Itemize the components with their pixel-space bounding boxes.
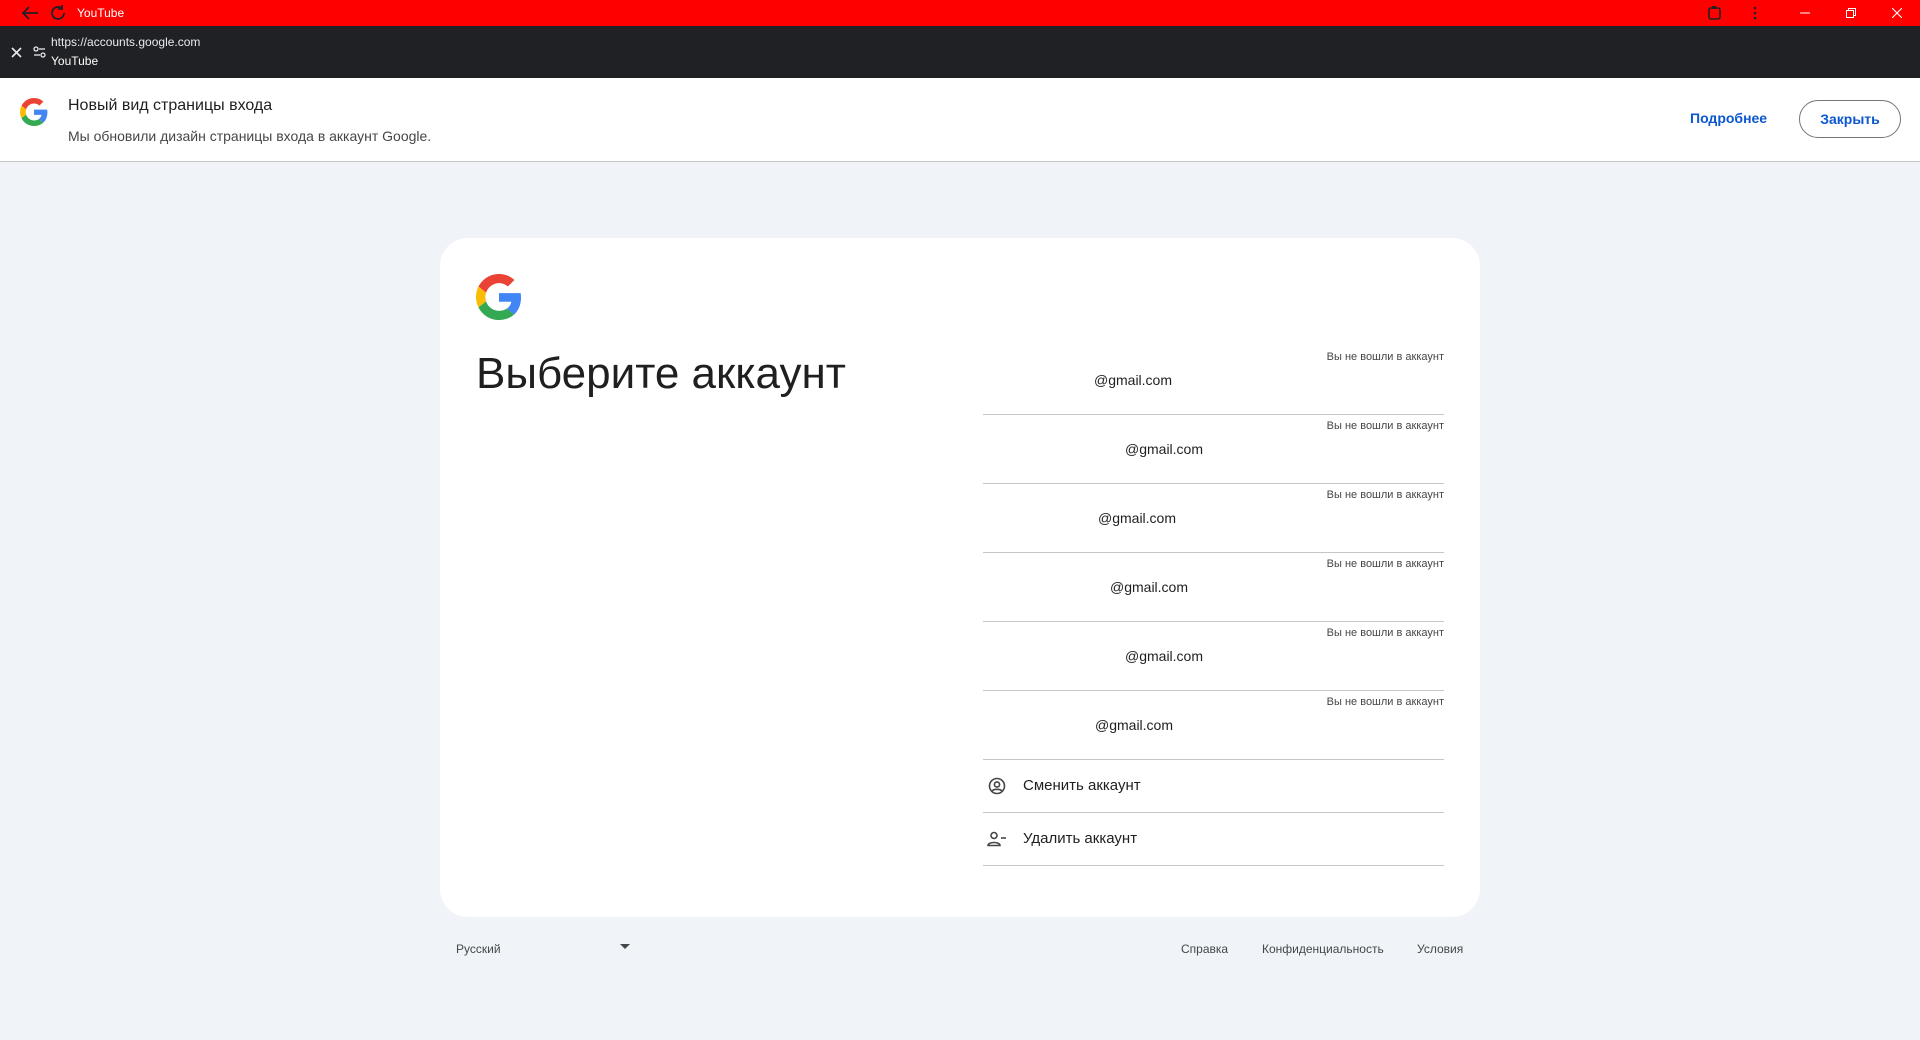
account-status: Вы не вошли в аккаунт (1326, 696, 1444, 708)
account-email: @gmail.com (1094, 372, 1173, 388)
address-bar: https://accounts.google.com YouTube (0, 26, 1920, 78)
more-vert-icon[interactable] (1745, 3, 1765, 23)
account-email: @gmail.com (1110, 579, 1189, 595)
notice-banner: Новый вид страницы входа Мы обновили диз… (0, 78, 1920, 162)
close-banner-button[interactable]: Закрыть (1799, 100, 1901, 138)
page-title: Выберите аккаунт (476, 349, 846, 398)
account-chooser-card: Выберите аккаунт Вы не вошли в аккаунт @… (440, 238, 1480, 917)
account-email: @gmail.com (1125, 441, 1204, 457)
language-label: Русский (456, 942, 501, 956)
site-settings-icon[interactable] (31, 42, 47, 62)
remove-account-label: Удалить аккаунт (1023, 830, 1138, 847)
close-window-icon[interactable] (1874, 0, 1920, 26)
back-arrow-icon[interactable] (20, 3, 40, 23)
reload-icon[interactable] (48, 3, 68, 23)
url-text[interactable]: https://accounts.google.com (51, 34, 200, 50)
account-status: Вы не вошли в аккаунт (1326, 420, 1444, 432)
account-item[interactable]: Вы не вошли в аккаунт @gmail.com (983, 622, 1444, 691)
help-link[interactable]: Справка (1181, 941, 1228, 957)
title-bar: YouTube (0, 0, 1920, 26)
google-logo-icon (20, 98, 48, 126)
account-item[interactable]: Вы не вошли в аккаунт @gmail.com (983, 484, 1444, 553)
account-email: @gmail.com (1095, 717, 1174, 733)
account-email: @gmail.com (1098, 510, 1177, 526)
account-item[interactable]: Вы не вошли в аккаунт @gmail.com (983, 553, 1444, 622)
close-icon[interactable] (8, 42, 24, 62)
account-circle-icon (987, 776, 1007, 796)
account-item[interactable]: Вы не вошли в аккаунт @gmail.com (983, 691, 1444, 760)
account-status: Вы не вошли в аккаунт (1326, 489, 1444, 501)
account-status: Вы не вошли в аккаунт (1326, 627, 1444, 639)
window-title: YouTube (77, 6, 125, 20)
banner-text: Мы обновили дизайн страницы входа в акка… (68, 128, 432, 144)
learn-more-link[interactable]: Подробнее (1690, 108, 1767, 128)
banner-title: Новый вид страницы входа (68, 97, 273, 114)
switch-account-label: Сменить аккаунт (1023, 777, 1141, 794)
dropdown-arrow-icon (620, 944, 630, 949)
site-name: YouTube (51, 54, 99, 68)
account-item[interactable]: Вы не вошли в аккаунт @gmail.com (983, 415, 1444, 484)
google-logo-icon (476, 274, 522, 320)
account-item[interactable]: Вы не вошли в аккаунт @gmail.com (983, 346, 1444, 415)
terms-link[interactable]: Условия (1417, 941, 1463, 957)
person-remove-icon (987, 829, 1007, 849)
remove-account-button[interactable]: Удалить аккаунт (983, 813, 1444, 866)
switch-account-button[interactable]: Сменить аккаунт (983, 760, 1444, 813)
language-select[interactable]: Русский (456, 935, 630, 965)
account-status: Вы не вошли в аккаунт (1326, 558, 1444, 570)
extensions-icon[interactable] (1705, 3, 1725, 23)
account-email: @gmail.com (1125, 648, 1204, 664)
privacy-link[interactable]: Конфиденциальность (1262, 941, 1384, 957)
footer: Русский Справка Конфиденциальность Услов… (440, 930, 1480, 970)
account-status: Вы не вошли в аккаунт (1326, 351, 1444, 363)
restore-icon[interactable] (1828, 0, 1874, 26)
minimize-icon[interactable] (1782, 0, 1828, 26)
account-list: Вы не вошли в аккаунт @gmail.com Вы не в… (983, 346, 1444, 866)
